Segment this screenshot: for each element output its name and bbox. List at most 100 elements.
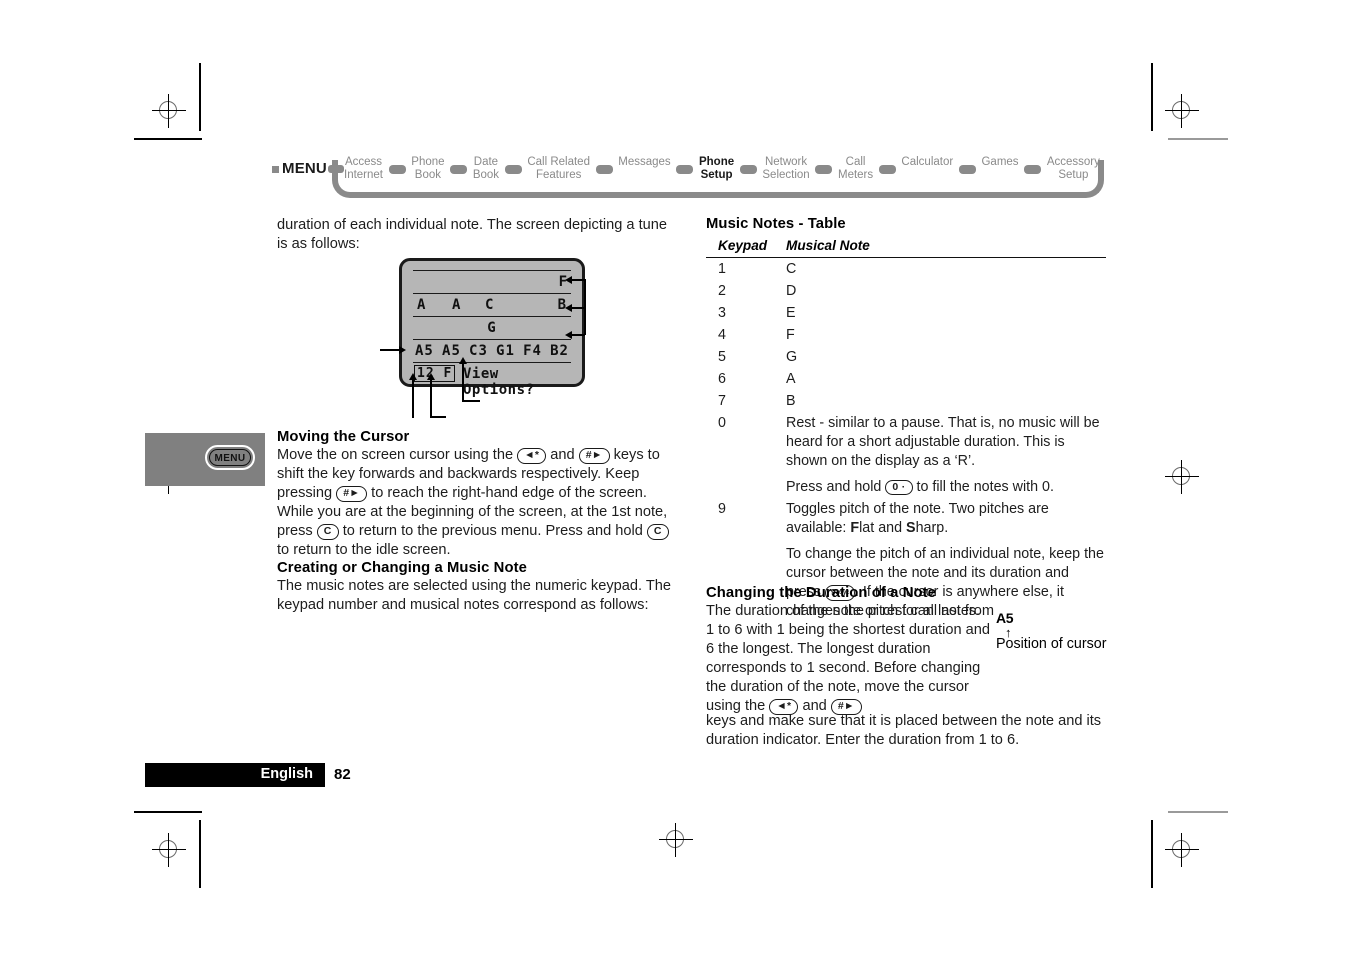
callout-bottom-line-3b xyxy=(462,400,480,402)
zero-para-1: Rest - similar to a pause. That is, no m… xyxy=(786,414,1100,469)
cell-keypad: 7 xyxy=(718,392,726,409)
duration-heading: Changing the Duration of a Note xyxy=(706,585,936,601)
crop-line-top-left-v xyxy=(199,63,201,131)
crop-line-bottom-left-v xyxy=(199,820,201,888)
lcd-softkey-label: View Options? xyxy=(463,366,535,398)
breadcrumb-separator-icon xyxy=(450,165,468,174)
breadcrumb-separator-icon xyxy=(504,165,522,174)
menu-key-label: MENU xyxy=(209,449,251,466)
keypad-zero: 0 xyxy=(718,414,726,431)
callout-bottom-line-3 xyxy=(462,364,464,402)
mc-text-b: and xyxy=(550,447,575,463)
table-row: 4F xyxy=(706,324,1106,346)
lcd-row2-note-1: A xyxy=(417,297,427,313)
sharp-rest: harp. xyxy=(915,519,949,536)
manual-page: MENU Access Internet Phone Book Date Book C… xyxy=(0,0,1351,954)
menu-label: MENU xyxy=(282,160,327,177)
callout-left-line xyxy=(380,349,400,351)
lcd-row-1: F xyxy=(413,270,571,294)
callout-arrow-notes-icon xyxy=(399,346,406,354)
flat-bold-letter: F xyxy=(850,519,860,536)
duration-paragraph-a: The duration of the note or rest can las… xyxy=(706,602,996,717)
music-notes-table-title: Music Notes - Table xyxy=(706,216,846,232)
cell-keypad: 4 xyxy=(718,326,726,343)
callout-bracket-right-bottom xyxy=(572,334,585,336)
star-key-icon: ◄* xyxy=(517,448,547,464)
cell-keypad: 2 xyxy=(718,282,726,299)
callout-bracket-right-mid xyxy=(572,307,585,309)
breadcrumb-item[interactable]: Network Selection xyxy=(762,152,809,182)
lcd-note-1: A5 xyxy=(415,343,434,359)
breadcrumb-item[interactable]: Accessory Setup xyxy=(1047,152,1100,182)
callout-arrow-row2-icon xyxy=(565,304,572,312)
breadcrumb-item[interactable]: Messages xyxy=(618,152,670,169)
breadcrumb-item[interactable]: Games xyxy=(981,152,1018,169)
cell-keypad: 3 xyxy=(718,304,726,321)
moving-cursor-heading: Moving the Cursor xyxy=(277,429,410,445)
flat-rest: lat and xyxy=(859,519,907,536)
intro-paragraph: duration of each individual note. The sc… xyxy=(277,217,667,253)
table-row: 7B xyxy=(706,390,1106,412)
cell-note: A xyxy=(786,370,796,387)
right-column: Music Notes - Table Keypad Musical Note … xyxy=(706,216,1106,622)
phone-display-bezel: F A A C B G A5 A5 C3 G1 F4 B2 12 F View … xyxy=(399,258,585,398)
zero-key-icon: 0 · xyxy=(885,479,913,495)
cursor-callout-value: A5 xyxy=(996,610,1014,626)
menu-bullet-left-icon xyxy=(272,166,279,173)
menu-key-button[interactable]: MENU xyxy=(205,445,255,470)
creating-note-paragraph: The music notes are selected using the n… xyxy=(277,578,671,614)
lcd-note-6: B2 xyxy=(550,343,569,359)
registration-mark-mid-right xyxy=(1165,460,1199,494)
footer-page-number: 82 xyxy=(334,766,351,783)
breadcrumb-separator-icon xyxy=(595,165,613,174)
mc-text-f: to return to the idle screen. xyxy=(277,542,451,559)
crop-line-bottom-left-h xyxy=(134,811,202,813)
left-column: duration of each individual note. The sc… xyxy=(277,216,677,256)
cursor-callout-label: Position of cursor xyxy=(996,636,1107,652)
crop-line-top-left-h xyxy=(134,138,202,140)
breadcrumb-separator-icon xyxy=(388,165,406,174)
mc-text-e: to return to the previous menu. Press an… xyxy=(342,523,643,540)
breadcrumb-item[interactable]: Date Book xyxy=(473,152,499,182)
menu-key-illustration-panel: MENU xyxy=(145,433,265,486)
cell-note: E xyxy=(786,304,796,321)
cell-note: F xyxy=(786,326,795,343)
cell-note: D xyxy=(786,282,797,299)
footer-language-bar: English xyxy=(145,763,325,787)
zero-para-2: Press and hold 0 · to fill the notes wit… xyxy=(786,478,1106,497)
breadcrumb-item[interactable]: Call Meters xyxy=(838,152,873,182)
lcd-note-duration-list: A5 A5 C3 G1 F4 B2 xyxy=(415,343,569,359)
lcd-note-5: F4 xyxy=(523,343,542,359)
cell-keypad: 1 xyxy=(718,260,726,277)
breadcrumb-item[interactable]: Calculator xyxy=(901,152,953,169)
mc-text-a: Move the on screen cursor using the xyxy=(277,447,514,463)
breadcrumb-item[interactable]: Call Related Features xyxy=(527,152,590,182)
cell-note: B xyxy=(786,392,796,409)
registration-mark-top-right xyxy=(1165,94,1199,128)
column-header-keypad: Keypad xyxy=(718,238,768,253)
callout-bracket-right-top xyxy=(572,279,585,281)
breadcrumb-separator-icon xyxy=(815,165,833,174)
clear-key-icon-2: C xyxy=(646,524,669,540)
crop-line-bottom-right-h xyxy=(1168,811,1228,813)
callout-arrow-row1-icon xyxy=(565,276,572,284)
breadcrumb-separator-icon xyxy=(676,165,694,174)
table-row: 2D xyxy=(706,280,1106,302)
lcd-row2-note-3: C xyxy=(485,297,495,313)
callout-arrow-row3-icon xyxy=(565,331,572,339)
duration-section: Changing the Duration of a Note The dura… xyxy=(706,585,996,719)
breadcrumb-item[interactable]: Phone Setup xyxy=(699,152,734,182)
breadcrumb-item[interactable]: Phone Book xyxy=(411,152,444,182)
lcd-area: F A A C B G A5 A5 C3 G1 F4 B2 12 F View … xyxy=(413,270,571,398)
menu-breadcrumb-ribbon: MENU Access Internet Phone Book Date Book C… xyxy=(272,152,1104,200)
registration-mark-bottom-center xyxy=(659,823,693,857)
cell-keypad: 6 xyxy=(718,370,726,387)
creating-note-heading: Creating or Changing a Music Note xyxy=(277,560,527,576)
breadcrumb-separator-icon xyxy=(1024,165,1042,174)
crop-line-bottom-right-v xyxy=(1151,820,1153,888)
table-row-zero: 0 Rest - similar to a pause. That is, no… xyxy=(706,412,1106,498)
lcd-note-3: C3 xyxy=(469,343,488,359)
breadcrumb-item[interactable]: Access Internet xyxy=(344,152,383,182)
lcd-row-3: G xyxy=(413,317,571,340)
breadcrumb-separator-icon xyxy=(878,165,896,174)
